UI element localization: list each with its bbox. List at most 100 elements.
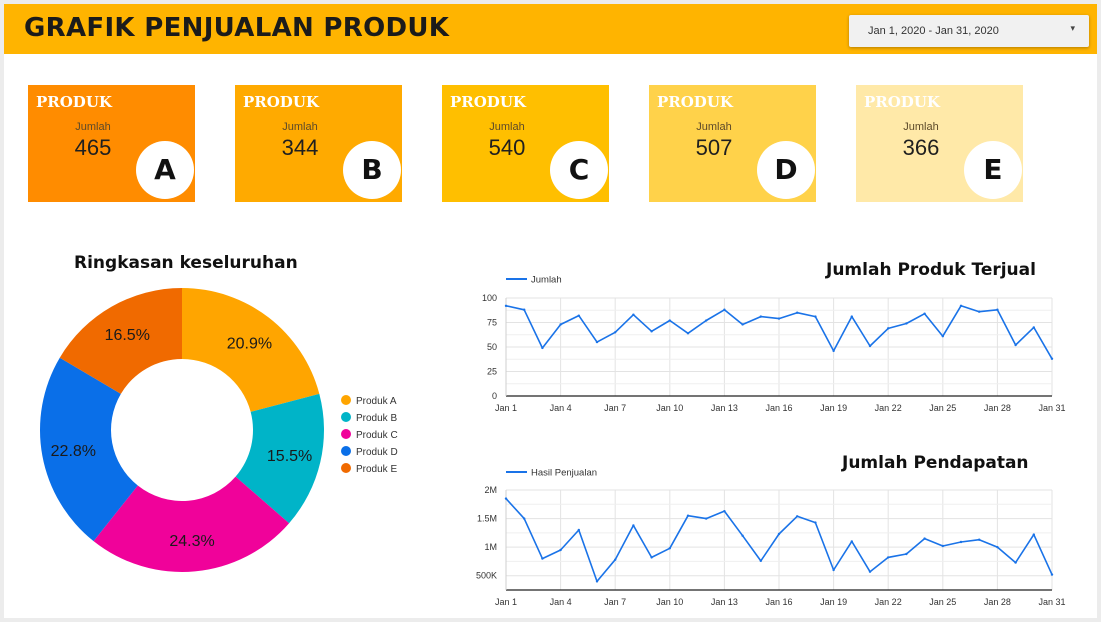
data-point[interactable] [814, 521, 817, 524]
legend-item-produk-c[interactable]: Produk C [356, 430, 398, 441]
data-point[interactable] [705, 319, 708, 322]
legend-item-produk-b[interactable]: Produk B [356, 413, 397, 424]
data-point[interactable] [887, 327, 890, 330]
card-title: PRODUK [450, 93, 526, 111]
y-tick-label: 1M [484, 542, 497, 552]
data-point[interactable] [814, 315, 817, 318]
x-tick-label: Jan 13 [711, 597, 738, 607]
data-point[interactable] [905, 322, 908, 325]
legend-item-produk-e[interactable]: Produk E [356, 464, 397, 475]
revenue-line-chart: Jan 1 Jan 4 Jan 7 Jan 10 Jan 13 Jan 16 Jan 19 J… [476, 468, 1066, 608]
data-point[interactable] [668, 547, 671, 550]
legend-item-produk-d[interactable]: Produk D [356, 447, 398, 458]
header-bar: GRAFIK PENJUALAN PRODUK Jan 1, 2020 - Ja… [4, 4, 1097, 54]
data-point[interactable] [1050, 573, 1054, 576]
x-tick-label: Jan 1 [495, 403, 517, 413]
data-point[interactable] [577, 314, 580, 317]
data-point[interactable] [559, 548, 562, 552]
data-point[interactable] [923, 537, 926, 540]
data-point[interactable] [1014, 343, 1017, 347]
data-point[interactable] [614, 331, 617, 334]
data-point[interactable] [650, 556, 653, 559]
x-tick-label: Jan 16 [765, 597, 792, 607]
donut-chart-title: Ringkasan keseluruhan [74, 253, 298, 273]
card-sublabel: Jumlah [696, 121, 732, 133]
data-point[interactable] [523, 308, 526, 311]
y-tick-label: 50 [487, 342, 497, 352]
data-point[interactable] [923, 312, 926, 315]
data-point[interactable] [723, 308, 726, 311]
data-point[interactable] [759, 559, 762, 563]
data-point[interactable] [796, 311, 799, 314]
legend-swatch [341, 446, 351, 456]
x-tick-label: Jan 28 [984, 403, 1011, 413]
data-point[interactable] [996, 308, 999, 311]
card-sublabel: Jumlah [903, 121, 939, 133]
product-card-e: PRODUK Jumlah 366 E [856, 85, 1023, 202]
data-point[interactable] [959, 540, 963, 544]
y-tick-label: 75 [487, 318, 497, 328]
y-tick-label: 100 [482, 293, 497, 303]
data-point[interactable] [741, 534, 744, 537]
data-point[interactable] [777, 532, 781, 536]
data-point[interactable] [832, 349, 835, 353]
data-point[interactable] [1014, 561, 1017, 564]
data-point[interactable] [832, 568, 835, 572]
x-tick-label: Jan 16 [765, 403, 792, 413]
card-sublabel: Jumlah [75, 121, 111, 133]
data-point[interactable] [741, 323, 744, 326]
data-point[interactable] [996, 545, 999, 549]
data-point[interactable] [541, 557, 544, 560]
data-point[interactable] [523, 517, 526, 520]
x-tick-label: Jan 10 [656, 403, 683, 413]
units-sold-line-chart: Jan 1 Jan 4 Jan 7 Jan 10 Jan 13 Jan 16 Jan 19 J… [482, 275, 1066, 414]
x-tick-label: Jan 22 [875, 597, 902, 607]
data-point[interactable] [686, 332, 690, 335]
data-point[interactable] [1032, 533, 1035, 536]
date-range-label: Jan 1, 2020 - Jan 31, 2020 [868, 25, 999, 37]
data-point[interactable] [650, 330, 653, 333]
legend-item-produk-a[interactable]: Produk A [356, 396, 397, 407]
legend-swatch [341, 412, 351, 422]
data-point[interactable] [1032, 326, 1035, 329]
data-point[interactable] [595, 580, 599, 583]
data-point[interactable] [504, 304, 508, 308]
product-card-a: PRODUK Jumlah 465 A [28, 85, 195, 202]
date-range-picker[interactable]: Jan 1, 2020 - Jan 31, 2020 ▾ [849, 15, 1089, 47]
data-point[interactable] [941, 335, 944, 338]
dashboard: GRAFIK PENJUALAN PRODUK Jan 1, 2020 - Ja… [4, 4, 1097, 618]
data-point[interactable] [905, 552, 908, 556]
data-point[interactable] [850, 540, 853, 543]
data-point[interactable] [595, 340, 599, 344]
data-point[interactable] [796, 515, 799, 518]
card-title: PRODUK [657, 93, 733, 111]
data-point[interactable] [577, 528, 580, 532]
data-point[interactable] [541, 346, 544, 350]
data-point[interactable] [887, 556, 890, 559]
data-point[interactable] [868, 344, 872, 348]
data-point[interactable] [632, 524, 635, 527]
data-point[interactable] [759, 315, 762, 318]
data-point[interactable] [614, 558, 617, 561]
donut-chart: 20.9% 15.5% 24.3% 22.8% 16.5% Produk A Produk … [40, 288, 398, 572]
data-point[interactable] [559, 323, 562, 326]
y-tick-label: 2M [484, 485, 497, 495]
data-point[interactable] [504, 497, 508, 500]
data-point[interactable] [777, 317, 781, 320]
data-point[interactable] [686, 514, 690, 517]
data-point[interactable] [868, 570, 872, 573]
data-point[interactable] [668, 319, 671, 322]
data-point[interactable] [705, 517, 708, 520]
card-sublabel: Jumlah [282, 121, 318, 133]
data-point[interactable] [941, 544, 944, 548]
data-point[interactable] [850, 315, 853, 318]
data-point[interactable] [978, 310, 981, 313]
data-point[interactable] [978, 538, 981, 541]
data-point[interactable] [723, 509, 726, 513]
data-point[interactable] [1050, 357, 1054, 360]
data-point[interactable] [959, 304, 963, 308]
card-letter-badge: E [964, 141, 1022, 199]
x-tick-label: Jan 31 [1038, 403, 1065, 413]
y-tick-label: 1.5M [477, 514, 497, 524]
data-point[interactable] [632, 313, 635, 316]
